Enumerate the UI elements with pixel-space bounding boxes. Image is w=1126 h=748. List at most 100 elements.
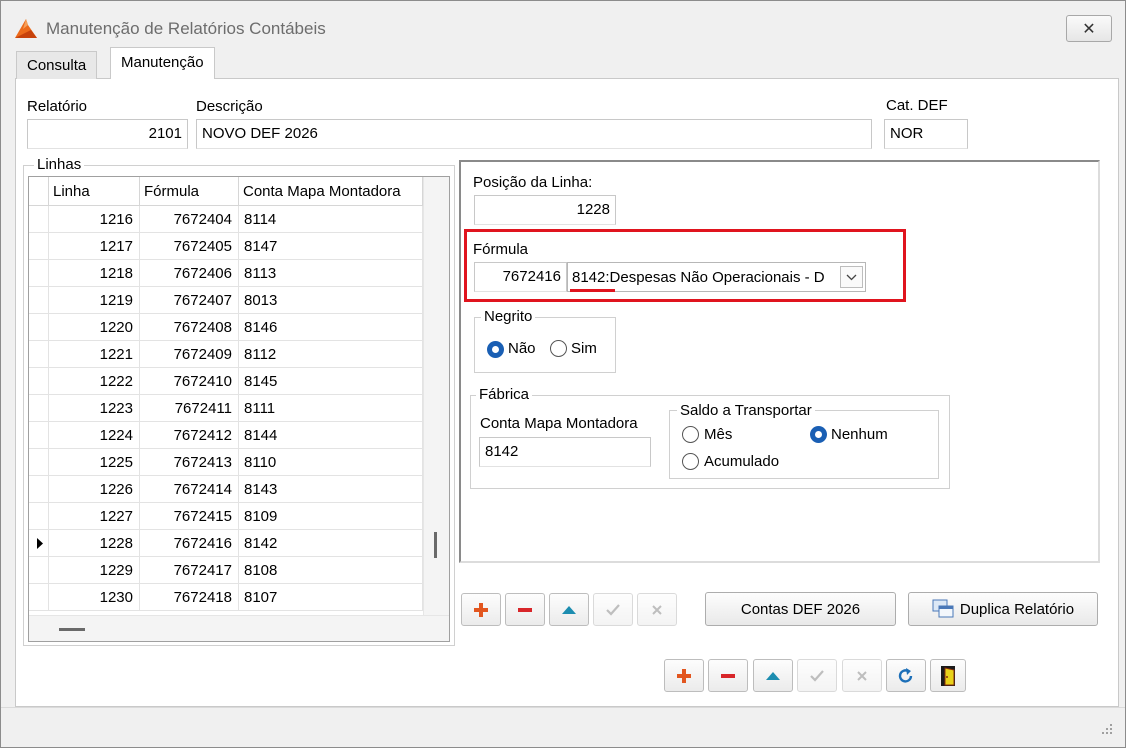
cell-formula[interactable]: 7672418 [140,584,239,611]
row-indicator[interactable] [29,260,49,287]
table-row[interactable]: 1220 7672408 8146 [29,314,423,341]
grid-horizontal-scrollbar[interactable] [29,615,449,641]
cell-conta[interactable]: 8146 [239,314,423,341]
table-row[interactable]: 1221 7672409 8112 [29,341,423,368]
horizontal-scroll-thumb[interactable] [59,628,85,631]
cell-formula[interactable]: 7672409 [140,341,239,368]
row-indicator[interactable] [29,314,49,341]
add-report-button[interactable] [664,659,704,692]
table-row[interactable]: 1223 7672411 8111 [29,395,423,422]
tab-manutencao[interactable]: Manutenção [110,47,215,79]
table-row[interactable]: 1216 7672404 8114 [29,206,423,233]
cell-linha[interactable]: 1218 [49,260,140,287]
negrito-sim-label[interactable]: Sim [571,340,597,357]
cell-formula[interactable]: 7672408 [140,314,239,341]
cell-conta[interactable]: 8113 [239,260,423,287]
posicao-input[interactable]: 1228 [474,195,616,225]
catdef-input[interactable]: NOR [884,119,968,149]
saldo-nenhum-label[interactable]: Nenhum [831,426,888,443]
vertical-scroll-thumb[interactable] [434,532,437,558]
delete-report-button[interactable] [708,659,748,692]
row-indicator[interactable] [29,557,49,584]
edit-line-button[interactable] [549,593,589,626]
edit-report-button[interactable] [753,659,793,692]
cell-conta[interactable]: 8114 [239,206,423,233]
cell-formula[interactable]: 7672412 [140,422,239,449]
conta-mapa-input[interactable]: 8142 [479,437,651,467]
negrito-sim-radio[interactable] [550,340,567,357]
confirm-report-button[interactable] [797,659,837,692]
cell-conta[interactable]: 8109 [239,503,423,530]
linhas-grid[interactable]: Linha Fórmula Conta Mapa Montadora 1216 7… [28,176,450,642]
cell-linha[interactable]: 1220 [49,314,140,341]
cell-linha[interactable]: 1230 [49,584,140,611]
table-row[interactable]: 1218 7672406 8113 [29,260,423,287]
cell-conta[interactable]: 8145 [239,368,423,395]
cell-conta[interactable]: 8111 [239,395,423,422]
grid-vertical-scrollbar[interactable] [423,177,449,615]
row-indicator[interactable] [29,530,49,557]
saldo-nenhum-radio[interactable] [810,426,827,443]
grid-header-formula[interactable]: Fórmula [140,177,239,206]
table-row[interactable]: 1227 7672415 8109 [29,503,423,530]
cell-formula[interactable]: 7672410 [140,368,239,395]
cell-formula[interactable]: 7672405 [140,233,239,260]
cell-linha[interactable]: 1223 [49,395,140,422]
table-row[interactable]: 1225 7672413 8110 [29,449,423,476]
cell-linha[interactable]: 1227 [49,503,140,530]
cell-formula[interactable]: 7672414 [140,476,239,503]
contas-def-button[interactable]: Contas DEF 2026 [705,592,896,626]
saldo-mes-label[interactable]: Mês [704,426,732,443]
table-row[interactable]: 1224 7672412 8144 [29,422,423,449]
cell-linha[interactable]: 1217 [49,233,140,260]
cell-conta[interactable]: 8143 [239,476,423,503]
formula-code-input[interactable]: 7672416 [474,262,567,292]
cell-linha[interactable]: 1224 [49,422,140,449]
add-line-button[interactable] [461,593,501,626]
delete-line-button[interactable] [505,593,545,626]
table-row[interactable]: 1219 7672407 8013 [29,287,423,314]
relatorio-input[interactable]: 2101 [27,119,188,149]
row-indicator[interactable] [29,206,49,233]
grid-header-conta[interactable]: Conta Mapa Montadora [239,177,423,206]
table-row[interactable]: 1226 7672414 8143 [29,476,423,503]
cancel-report-button[interactable] [842,659,882,692]
cell-formula[interactable]: 7672415 [140,503,239,530]
table-row[interactable]: 1229 7672417 8108 [29,557,423,584]
tab-consulta[interactable]: Consulta [16,51,98,79]
saldo-mes-radio[interactable] [682,426,699,443]
cell-formula[interactable]: 7672417 [140,557,239,584]
cell-linha[interactable]: 1216 [49,206,140,233]
row-indicator[interactable] [29,341,49,368]
cell-formula[interactable]: 7672416 [140,530,239,557]
cell-linha[interactable]: 1219 [49,287,140,314]
row-indicator[interactable] [29,368,49,395]
table-row[interactable]: 1228 7672416 8142 [29,530,423,557]
row-indicator[interactable] [29,476,49,503]
row-indicator[interactable] [29,233,49,260]
negrito-nao-label[interactable]: Não [508,340,536,357]
cell-conta[interactable]: 8142 [239,530,423,557]
cell-formula[interactable]: 7672404 [140,206,239,233]
formula-select[interactable]: 8142:Despesas Não Operacionais - D [567,262,866,292]
table-row[interactable]: 1230 7672418 8107 [29,584,423,611]
cell-formula[interactable]: 7672411 [140,395,239,422]
cell-linha[interactable]: 1221 [49,341,140,368]
exit-button[interactable] [930,659,966,692]
cell-conta[interactable]: 8112 [239,341,423,368]
cell-linha[interactable]: 1229 [49,557,140,584]
cancel-line-button[interactable] [637,593,677,626]
row-indicator[interactable] [29,395,49,422]
table-row[interactable]: 1217 7672405 8147 [29,233,423,260]
cell-conta[interactable]: 8147 [239,233,423,260]
row-indicator[interactable] [29,503,49,530]
cell-conta[interactable]: 8144 [239,422,423,449]
confirm-line-button[interactable] [593,593,633,626]
close-button[interactable]: ✕ [1066,15,1112,42]
cell-formula[interactable]: 7672406 [140,260,239,287]
cell-linha[interactable]: 1222 [49,368,140,395]
cell-linha[interactable]: 1228 [49,530,140,557]
resize-grip-icon[interactable] [1100,722,1114,736]
refresh-button[interactable] [886,659,926,692]
saldo-acumulado-label[interactable]: Acumulado [704,453,779,470]
